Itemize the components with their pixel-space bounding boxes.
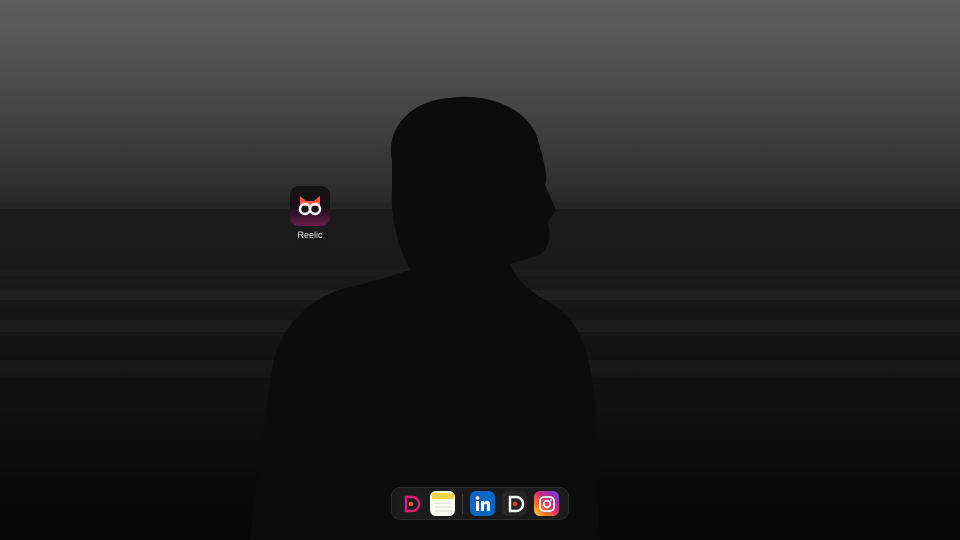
reelic-app-icon[interactable] [290,186,330,226]
notes-icon[interactable] [430,491,455,516]
linkedin-icon[interactable] [470,491,495,516]
dock-divider [462,493,463,514]
desktop-wallpaper [0,0,960,540]
reelic-dark-icon[interactable] [502,491,527,516]
instagram-icon[interactable] [534,491,559,516]
wallpaper-silhouette [0,96,960,540]
dock [391,487,569,520]
desktop-icon-label: Reelic [297,230,323,240]
reelic-d-icon[interactable] [398,491,423,516]
desktop-icon-reelic[interactable]: Reelic [284,186,336,240]
